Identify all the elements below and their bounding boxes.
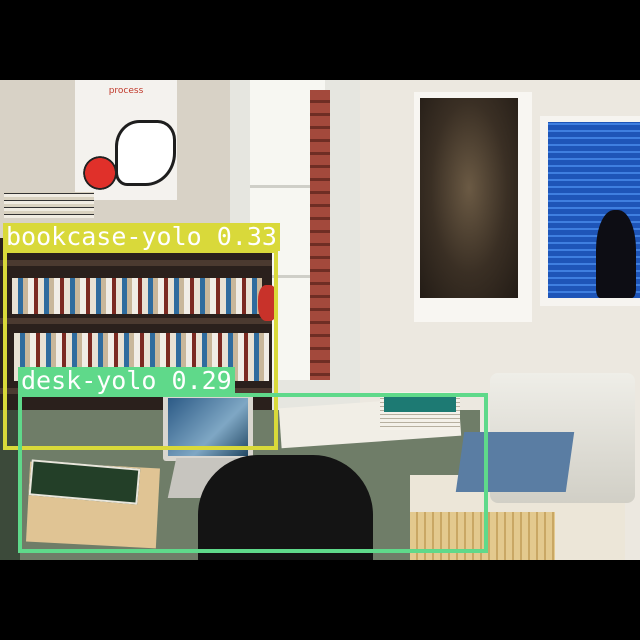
- letterbox-top: [0, 0, 640, 80]
- poster-process: process: [75, 80, 177, 200]
- desk-detection-label: desk-yolo 0.29: [18, 367, 235, 395]
- brick-wall-outside: [310, 90, 330, 380]
- book-stack-top: [4, 192, 94, 218]
- bookcase-detection-label: bookcase-yolo 0.33: [3, 223, 280, 251]
- poster-bowl-illustration: [80, 155, 120, 191]
- poster-blue-figure: [596, 210, 636, 298]
- poster-process-title: process: [108, 86, 144, 96]
- poster-dark-artwork: [420, 98, 518, 298]
- desk-detection-box: [18, 393, 488, 553]
- poster-hand-illustration: [115, 120, 176, 186]
- letterbox-bottom: [0, 560, 640, 640]
